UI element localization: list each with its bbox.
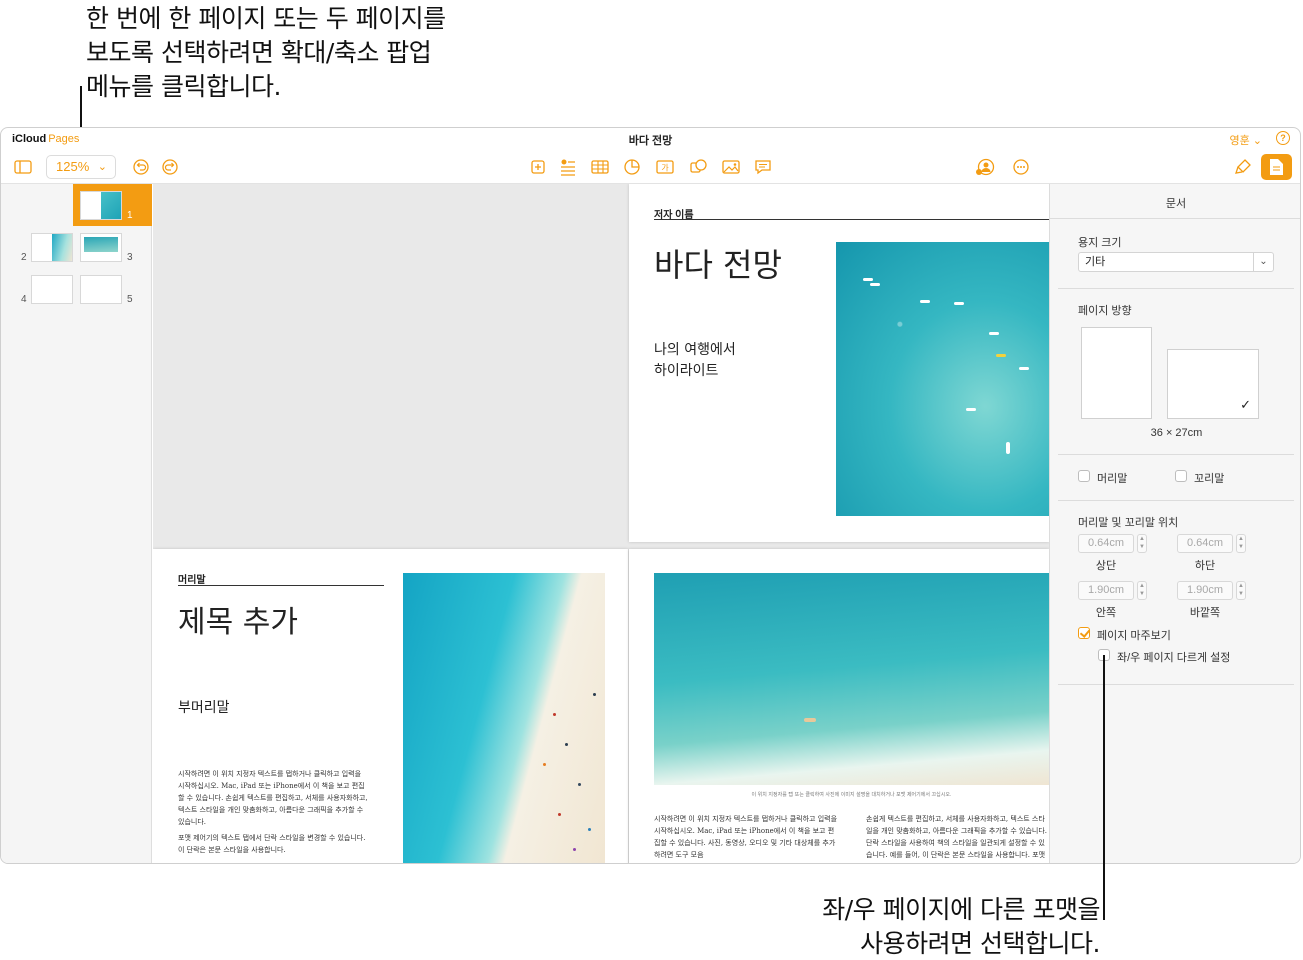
top-margin-stepper[interactable]: ▲ ▼ xyxy=(1137,534,1147,553)
paper-size-label: 용지 크기 xyxy=(1078,237,1122,249)
facing-pages-label: 페이지 마주보기 xyxy=(1097,630,1171,642)
header-checkbox-label: 머리말 xyxy=(1097,473,1128,485)
image-icon[interactable] xyxy=(721,157,741,177)
callout-different-lr: 좌/우 페이지에 다른 포맷을 사용하려면 선택합니다. xyxy=(822,895,1100,958)
page-number: 5 xyxy=(127,294,133,305)
titlebar: iCloud Pages 바다 전망 영훈 ⌄ ? xyxy=(1,128,1300,150)
hf-position-label: 머리말 및 꼬리말 위치 xyxy=(1078,517,1179,529)
page-3[interactable]: 이 위치 지정자를 탭 또는 클릭하여 사진에 이미지 설명을 대치하거나 포맷… xyxy=(629,549,1049,863)
page-2[interactable]: 머리말 제목 추가 부머리말 시작하려면 이 위치 지정자 텍스트를 탭하거나 … xyxy=(153,549,628,863)
page-thumbnail-2[interactable] xyxy=(31,233,73,262)
toolbar: 125% ⌄ 가 xyxy=(1,150,1300,184)
page-number: 3 xyxy=(127,252,133,263)
bottom-margin-field[interactable]: 0.64cm xyxy=(1177,534,1233,553)
table-icon[interactable] xyxy=(590,157,610,177)
top-margin-field[interactable]: 0.64cm xyxy=(1078,534,1134,553)
ocean-wave-photo[interactable] xyxy=(654,573,1049,785)
chevron-down-icon: ⌄ xyxy=(97,161,107,173)
page-title[interactable]: 바다 전망 xyxy=(654,240,782,286)
document-title: 바다 전망 xyxy=(628,135,673,147)
paper-size-select[interactable]: 기타 ⌄ xyxy=(1078,252,1274,272)
page-subtitle[interactable]: 나의 여행에서 하이라이트 xyxy=(654,340,736,382)
header-rule xyxy=(654,219,1049,220)
body-paragraph[interactable]: 시작하려면 이 위치 지정자 텍스트를 탭하거나 클릭하고 입력을 시작하십시오… xyxy=(178,768,368,828)
bottom-margin-stepper[interactable]: ▲ ▼ xyxy=(1236,534,1246,553)
account-menu[interactable]: 영훈 ⌄ xyxy=(1229,132,1262,148)
svg-text:가: 가 xyxy=(661,164,669,173)
callout-leader-bottom xyxy=(1103,655,1105,920)
undo-icon[interactable] xyxy=(131,157,151,177)
different-lr-label: 좌/우 페이지 다르게 설정 xyxy=(1117,652,1231,664)
page-thumbnail-4[interactable] xyxy=(31,275,73,304)
page-thumbnail-3[interactable] xyxy=(80,233,122,262)
inside-margin-label: 안쪽 xyxy=(1095,607,1117,619)
chevron-down-icon: ⌄ xyxy=(1252,135,1262,147)
facing-pages-checkbox[interactable] xyxy=(1078,627,1090,639)
body-column-1[interactable]: 시작하려면 이 위치 지정자 텍스트를 탭하거나 클릭하고 입력을 시작하십시오… xyxy=(654,813,840,861)
orientation-label: 페이지 방향 xyxy=(1078,305,1132,317)
text-box-icon[interactable] xyxy=(558,157,578,177)
shape-icon[interactable] xyxy=(688,157,708,177)
document-inspector: 문서 용지 크기 기타 ⌄ 페이지 방향 ✓ 36 × 27cm 머리말 꼬리말… xyxy=(1049,184,1300,863)
text-icon[interactable]: 가 xyxy=(655,157,675,177)
pages-window: iCloud Pages 바다 전망 영훈 ⌄ ? 125% ⌄ 가 1 2 3… xyxy=(0,127,1301,864)
inspector-title: 문서 xyxy=(1165,198,1187,210)
help-icon[interactable]: ? xyxy=(1276,131,1290,145)
add-page-icon[interactable] xyxy=(528,157,548,177)
bottom-margin-label: 하단 xyxy=(1194,560,1216,572)
page-thumbnails-sidebar: 1 2 3 4 5 xyxy=(1,184,152,863)
portrait-option[interactable] xyxy=(1081,327,1152,419)
ocean-photo[interactable] xyxy=(836,242,1049,516)
page-thumbnail-5[interactable] xyxy=(80,275,122,304)
landscape-option[interactable]: ✓ xyxy=(1167,349,1259,419)
document-icon xyxy=(1270,159,1283,175)
page-subtitle[interactable]: 부머리말 xyxy=(178,697,230,717)
document-canvas[interactable]: 저자 이름 바다 전망 나의 여행에서 하이라이트 머리말 제목 추가 부머리말… xyxy=(153,184,1049,863)
collaborate-icon[interactable] xyxy=(975,157,995,177)
page-number: 1 xyxy=(127,210,133,221)
page-number: 4 xyxy=(21,294,27,305)
page-thumbnail-1[interactable] xyxy=(80,191,122,220)
header-text[interactable]: 머리말 xyxy=(178,571,206,586)
chart-icon[interactable] xyxy=(622,157,642,177)
inside-margin-stepper[interactable]: ▲ ▼ xyxy=(1137,581,1147,600)
body-column-2[interactable]: 손쉽게 텍스트를 편집하고, 서체를 사용자화하고, 텍스트 스타일을 개인 맞… xyxy=(866,813,1049,863)
beach-photo[interactable] xyxy=(403,573,605,863)
zoom-popup[interactable]: 125% ⌄ xyxy=(46,155,116,179)
header-rule xyxy=(178,585,384,586)
callout-zoom: 한 번에 한 페이지 또는 두 페이지를 보도록 선택하려면 확대/축소 팝업 … xyxy=(86,4,446,101)
outside-margin-stepper[interactable]: ▲ ▼ xyxy=(1236,581,1246,600)
body-paragraph[interactable]: 포맷 제어기의 텍스트 탭에서 단락 스타일을 변경할 수 있습니다. 이 단락… xyxy=(178,832,368,856)
redo-icon[interactable] xyxy=(160,157,180,177)
inside-margin-field[interactable]: 1.90cm xyxy=(1078,581,1134,600)
format-brush-icon[interactable] xyxy=(1233,157,1253,177)
outside-margin-label: 바깥쪽 xyxy=(1189,607,1221,619)
image-caption[interactable]: 이 위치 지정자를 탭 또는 클릭하여 사진에 이미지 설명을 대치하거나 포맷… xyxy=(654,791,1049,799)
document-button[interactable] xyxy=(1261,154,1292,180)
outside-margin-field[interactable]: 1.90cm xyxy=(1177,581,1233,600)
comment-icon[interactable] xyxy=(753,157,773,177)
top-margin-label: 상단 xyxy=(1095,560,1117,572)
page-title[interactable]: 제목 추가 xyxy=(178,597,298,641)
page-1[interactable]: 저자 이름 바다 전망 나의 여행에서 하이라이트 xyxy=(629,184,1049,542)
header-checkbox[interactable] xyxy=(1078,470,1090,482)
checkmark-icon: ✓ xyxy=(1240,397,1251,412)
sidebar-toggle-icon[interactable] xyxy=(13,157,33,177)
footer-checkbox[interactable] xyxy=(1175,470,1187,482)
footer-checkbox-label: 꼬리말 xyxy=(1194,473,1225,485)
page-number: 2 xyxy=(21,252,27,263)
page-dimensions: 36 × 27cm xyxy=(1150,427,1203,439)
chevron-down-icon: ⌄ xyxy=(1253,253,1273,271)
more-icon[interactable] xyxy=(1011,157,1031,177)
